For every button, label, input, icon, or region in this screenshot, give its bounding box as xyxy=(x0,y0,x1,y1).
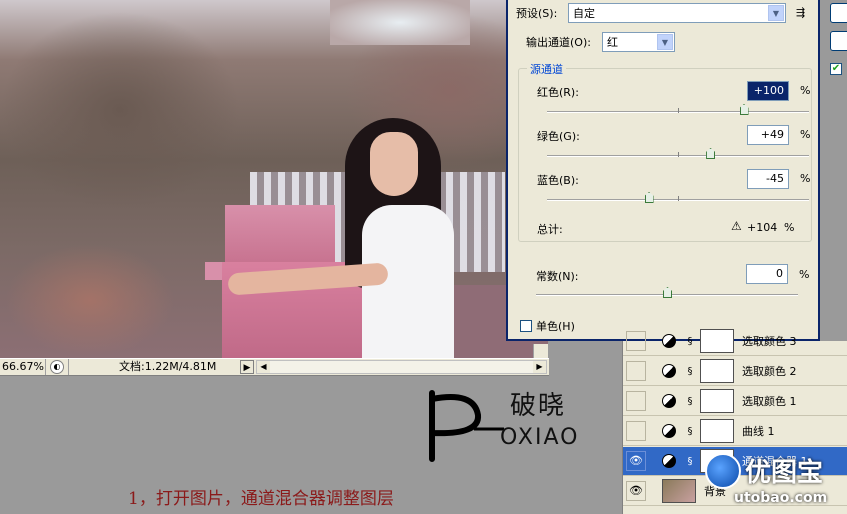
watermark-url: utobao.com xyxy=(734,490,828,506)
green-input[interactable]: +49 xyxy=(747,125,789,145)
cancel-button[interactable] xyxy=(830,31,847,51)
tutorial-caption: 1，打开图片，通道混合器调整图层 xyxy=(128,489,394,509)
layer-name: 选取颜色 1 xyxy=(742,395,797,408)
layer-name: 曲线 1 xyxy=(742,425,775,438)
document-size: 文档:1.22M/4.81M xyxy=(68,359,238,375)
logo-chinese-text: 破晓 xyxy=(510,391,567,421)
source-channels-group: 源通道 红色(R): +100 % 绿色(G): +49 % 蓝色(B): -4… xyxy=(518,61,812,242)
constant-input[interactable]: 0 xyxy=(746,264,788,284)
source-group-title: 源通道 xyxy=(527,61,566,77)
link-icon: § xyxy=(687,395,693,407)
output-channel-value: 红 xyxy=(607,36,618,49)
green-slider[interactable] xyxy=(547,148,809,159)
document-status-bar: 66.67% ◐ 文档:1.22M/4.81M ▶ ◀ ▶ xyxy=(0,358,549,376)
watermark: 优图宝 xyxy=(705,452,823,489)
blue-slider[interactable] xyxy=(547,192,809,203)
layer-mask-thumbnail[interactable] xyxy=(700,329,734,353)
photo-wall-back xyxy=(225,205,335,265)
preset-value: 自定 xyxy=(573,7,595,20)
warning-icon: ⚠ xyxy=(731,219,742,233)
monochrome-label: 单色(H) xyxy=(536,320,575,333)
blue-percent: % xyxy=(800,172,811,185)
layer-row[interactable]: § 选取颜色 1 xyxy=(623,387,847,416)
constant-slider[interactable] xyxy=(536,287,798,298)
constant-label: 常数(N): xyxy=(536,270,579,283)
preset-row: 预设(S): 自定 ▼ ⇶ xyxy=(516,3,810,23)
preset-options-icon[interactable]: ⇶ xyxy=(796,6,810,20)
link-icon: § xyxy=(687,365,693,377)
monochrome-checkbox[interactable] xyxy=(520,320,532,332)
watermark-logo-icon xyxy=(705,452,741,489)
red-input[interactable]: +100 xyxy=(747,81,789,101)
watermark-name: 优图宝 xyxy=(745,458,824,488)
blue-slider-thumb[interactable] xyxy=(644,192,654,203)
eye-icon[interactable]: 👁 xyxy=(626,481,646,501)
layer-thumbnail[interactable] xyxy=(662,479,696,503)
layer-mask-thumbnail[interactable] xyxy=(700,419,734,443)
green-percent: % xyxy=(800,128,811,141)
red-label: 红色(R): xyxy=(537,86,579,99)
channel-mixer-dialog: 预设(S): 自定 ▼ ⇶ 输出通道(O): 红 ▼ 源通道 红色(R): +1… xyxy=(506,0,820,341)
preset-label: 预设(S): xyxy=(516,7,558,20)
layer-row[interactable]: § 选取颜色 2 xyxy=(623,357,847,386)
monochrome-row[interactable]: 单色(H) xyxy=(520,318,575,334)
layer-name: 选取颜色 2 xyxy=(742,365,797,378)
adjustment-layer-icon xyxy=(662,334,676,348)
status-menu-arrow-icon[interactable]: ▶ xyxy=(240,360,254,374)
constant-slider-thumb[interactable] xyxy=(663,287,672,298)
zoom-level[interactable]: 66.67% xyxy=(0,359,46,375)
pd-logo-mark xyxy=(429,390,504,462)
layer-mask-thumbnail[interactable] xyxy=(700,389,734,413)
preset-select[interactable]: 自定 ▼ xyxy=(568,3,786,23)
visibility-toggle[interactable] xyxy=(626,331,646,351)
slider-center-tick xyxy=(678,152,679,157)
green-label: 绿色(G): xyxy=(537,130,580,143)
chevron-down-icon[interactable]: ▼ xyxy=(768,5,784,21)
horizontal-scrollbar[interactable]: ◀ ▶ xyxy=(256,360,547,374)
layer-mask-thumbnail[interactable] xyxy=(700,359,734,383)
adjustment-layer-icon xyxy=(662,454,676,468)
adjustment-layer-icon xyxy=(662,424,676,438)
red-slider[interactable] xyxy=(547,104,809,115)
scroll-left-icon[interactable]: ◀ xyxy=(257,361,270,373)
link-icon: § xyxy=(687,335,693,347)
ok-button[interactable] xyxy=(830,3,847,23)
blue-label: 蓝色(B): xyxy=(537,174,579,187)
red-slider-thumb[interactable] xyxy=(739,104,749,115)
scroll-right-icon[interactable]: ▶ xyxy=(533,361,546,373)
photo-sky xyxy=(330,0,470,45)
adjustment-layer-icon xyxy=(662,364,676,378)
constant-percent: % xyxy=(799,268,810,281)
output-channel-row: 输出通道(O): 红 ▼ xyxy=(526,32,675,52)
slider-center-tick xyxy=(678,196,679,201)
blue-input[interactable]: -45 xyxy=(747,169,789,189)
visibility-toggle[interactable] xyxy=(626,391,646,411)
status-info-icon[interactable]: ◐ xyxy=(50,360,64,374)
output-channel-select[interactable]: 红 ▼ xyxy=(602,32,675,52)
photo-face xyxy=(370,132,418,196)
green-slider-thumb[interactable] xyxy=(706,148,716,159)
layer-name: 选取颜色 3 xyxy=(742,335,797,348)
preview-checkbox[interactable]: ✔ xyxy=(830,63,842,75)
adjustment-layer-icon xyxy=(662,394,676,408)
total-label: 总计: xyxy=(537,223,563,236)
link-icon: § xyxy=(687,455,693,467)
visibility-toggle[interactable] xyxy=(626,421,646,441)
total-value: +104 xyxy=(747,221,778,234)
logo-pinyin-text: OXIAO xyxy=(500,425,580,450)
visibility-toggle[interactable] xyxy=(626,361,646,381)
document-canvas[interactable] xyxy=(0,0,548,358)
link-icon: § xyxy=(687,425,693,437)
eye-icon[interactable]: 👁 xyxy=(626,451,646,471)
total-percent: % xyxy=(784,221,795,234)
slider-center-tick xyxy=(678,108,679,113)
preview-checkbox-row[interactable]: ✔ xyxy=(830,63,846,75)
output-channel-label: 输出通道(O): xyxy=(526,36,591,49)
chevron-down-icon[interactable]: ▼ xyxy=(657,34,673,50)
vertical-scrollbar-corner[interactable] xyxy=(533,344,548,358)
layer-row[interactable]: § 选取颜色 3 xyxy=(623,327,847,356)
layer-row[interactable]: § 曲线 1 xyxy=(623,417,847,446)
red-percent: % xyxy=(800,84,811,97)
